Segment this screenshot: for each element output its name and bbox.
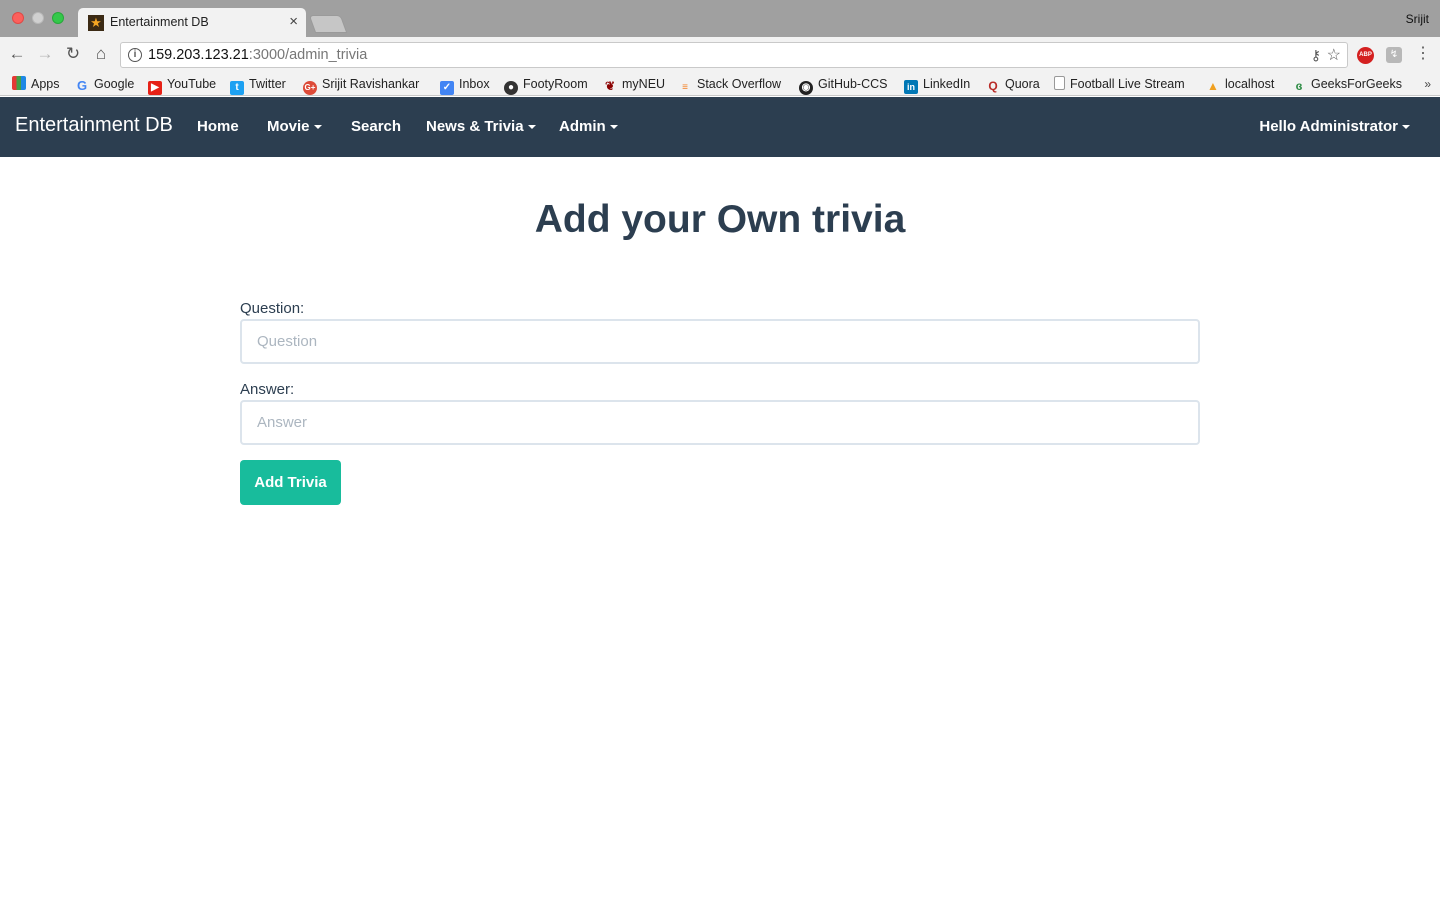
nav-admin-dropdown[interactable]: Admin: [559, 118, 618, 135]
back-arrow-icon[interactable]: ←: [6, 43, 28, 65]
bookmark-apps[interactable]: Apps: [12, 75, 60, 93]
extension-icon[interactable]: ↯: [1386, 47, 1402, 63]
footyroom-icon: ●: [504, 81, 518, 95]
localhost-icon: ▲: [1207, 79, 1219, 93]
star-favicon-icon: ★: [88, 15, 104, 31]
bookmark-label: GeeksForGeeks: [1311, 77, 1403, 91]
tab-close-icon[interactable]: ×: [289, 13, 298, 30]
stackoverflow-icon: ≡: [682, 82, 688, 93]
bookmark-youtube[interactable]: ▶ YouTube: [148, 75, 217, 95]
close-window-button[interactable]: [12, 12, 24, 24]
nav-movie-dropdown[interactable]: Movie: [267, 118, 322, 135]
adblock-plus-icon[interactable]: ABP: [1357, 47, 1374, 64]
bookmark-inbox[interactable]: ✓ Inbox: [440, 75, 490, 95]
minimize-window-button[interactable]: [32, 12, 44, 24]
twitter-icon: t: [230, 81, 244, 95]
bookmark-label: YouTube: [167, 77, 217, 91]
quora-icon: Q: [988, 79, 998, 93]
browser-title-bar: ★ Entertainment DB × Srijit: [0, 0, 1440, 37]
nav-home[interactable]: Home: [197, 118, 239, 135]
bookmark-label: FootyRoom: [523, 77, 588, 91]
bookmark-myneu[interactable]: ❦ myNEU: [603, 75, 665, 93]
bookmarks-bar: Apps G Google ▶ YouTube t Twitter G+ Srijit …: [0, 72, 1440, 96]
bookmark-stackoverflow[interactable]: ≡ Stack Overflow: [678, 75, 781, 93]
bookmark-linkedin[interactable]: in LinkedIn: [904, 75, 971, 94]
page-title: Add your Own trivia: [534, 198, 906, 241]
youtube-icon: ▶: [148, 81, 162, 95]
bookmark-label: Twitter: [249, 77, 286, 91]
info-icon[interactable]: i: [128, 48, 142, 62]
url-path: :3000/admin_trivia: [248, 47, 368, 63]
more-bookmarks-icon[interactable]: »: [1424, 75, 1431, 93]
url-text[interactable]: 159.203.123.21:3000/admin_trivia: [148, 47, 367, 63]
page-icon: [1054, 76, 1065, 90]
answer-label: Answer:: [240, 381, 295, 398]
add-trivia-button[interactable]: Add Trivia: [240, 460, 341, 505]
bookmark-label: Apps: [31, 77, 60, 91]
bookmark-footyroom[interactable]: ● FootyRoom: [504, 75, 588, 95]
profile-name[interactable]: Srijit: [1406, 12, 1429, 26]
bookmark-label: Football Live Stream: [1070, 77, 1185, 91]
brand-link[interactable]: Entertainment DB: [15, 114, 173, 137]
user-menu-label: Hello Administrator: [1259, 118, 1398, 135]
github-icon: ◉: [799, 81, 813, 95]
bookmark-srijit[interactable]: G+ Srijit Ravishankar: [303, 75, 420, 95]
bookmark-label: localhost: [1225, 77, 1275, 91]
bookmark-twitter[interactable]: t Twitter: [230, 75, 286, 95]
linkedin-icon: in: [904, 80, 918, 94]
bookmark-geeksforgeeks[interactable]: ɞ GeeksForGeeks: [1292, 75, 1402, 93]
key-icon[interactable]: ⚷: [1311, 47, 1321, 64]
question-input[interactable]: [240, 319, 1200, 364]
nav-label: Movie: [267, 118, 310, 135]
bookmark-quora[interactable]: Q Quora: [986, 75, 1040, 93]
bookmark-star-icon[interactable]: ☆: [1327, 45, 1341, 65]
nav-label: News & Trivia: [426, 118, 524, 135]
nav-label: Home: [197, 118, 239, 135]
bookmark-football-stream[interactable]: Football Live Stream: [1054, 75, 1185, 93]
browser-tab-active[interactable]: ★ Entertainment DB ×: [78, 8, 306, 37]
question-label: Question:: [240, 300, 305, 317]
forward-arrow-icon[interactable]: →: [34, 43, 56, 65]
nav-label: Search: [351, 118, 402, 135]
caret-down-icon: [313, 125, 322, 130]
bookmark-label: Srijit Ravishankar: [322, 77, 420, 91]
bookmark-label: Quora: [1005, 77, 1040, 91]
bookmark-label: GitHub-CCS: [818, 77, 888, 91]
caret-down-icon: [527, 125, 536, 130]
bookmark-github[interactable]: ◉ GitHub-CCS: [799, 75, 888, 95]
paw-icon: ❦: [604, 79, 616, 93]
apps-grid-icon: [12, 76, 26, 90]
browser-menu-icon[interactable]: ⋮: [1415, 44, 1431, 64]
url-host: 159.203.123.21: [148, 47, 249, 63]
bookmark-label: Google: [94, 77, 135, 91]
maximize-window-button[interactable]: [52, 12, 64, 24]
new-tab-button[interactable]: [308, 15, 348, 33]
app-navbar: Entertainment DB Home Movie Search News …: [0, 97, 1440, 157]
google-icon: G: [76, 78, 88, 93]
browser-toolbar: ← → ↻ ⌂ i 159.203.123.21:3000/admin_triv…: [0, 37, 1440, 72]
bookmark-localhost[interactable]: ▲ localhost: [1206, 75, 1274, 93]
nav-label: Admin: [559, 118, 606, 135]
nav-search[interactable]: Search: [351, 118, 401, 135]
answer-input[interactable]: [240, 400, 1200, 445]
bookmark-label: LinkedIn: [923, 77, 971, 91]
home-icon[interactable]: ⌂: [90, 43, 112, 65]
tab-title: Entertainment DB: [110, 15, 209, 29]
caret-down-icon: [609, 125, 618, 130]
user-menu-dropdown[interactable]: Hello Administrator: [1259, 118, 1410, 135]
nav-news-trivia-dropdown[interactable]: News & Trivia: [426, 118, 536, 135]
bookmark-label: myNEU: [622, 77, 666, 91]
google-plus-icon: G+: [303, 81, 317, 95]
inbox-icon: ✓: [440, 81, 454, 95]
bookmark-google[interactable]: G Google: [75, 75, 134, 93]
caret-down-icon: [1402, 125, 1410, 130]
bookmark-label: Stack Overflow: [697, 77, 782, 91]
bookmark-label: Inbox: [459, 77, 490, 91]
geeksforgeeks-icon: ɞ: [1295, 79, 1303, 93]
reload-icon[interactable]: ↻: [62, 43, 84, 65]
address-bar[interactable]: i 159.203.123.21:3000/admin_trivia ⚷ ☆: [120, 42, 1348, 68]
